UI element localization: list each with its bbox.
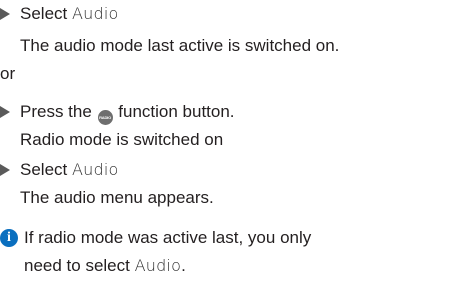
step-2-suffix: function button. bbox=[113, 102, 235, 121]
or-separator: or bbox=[0, 64, 16, 83]
step-1-result: The audio mode last active is switched o… bbox=[20, 36, 340, 55]
step-1-ui-term: Audio bbox=[71, 4, 119, 23]
step-2-result: Radio mode is switched on bbox=[20, 130, 224, 149]
step-3-prefix: Select bbox=[20, 160, 72, 179]
note-ui-term: Audio bbox=[134, 256, 182, 275]
step-1-prefix: Select bbox=[20, 4, 72, 23]
note-text-line-1: If radio mode was active last, you only bbox=[24, 228, 312, 247]
step-2-action: Press the RADIO function button. bbox=[0, 102, 235, 125]
note-line-2-prefix: need to select bbox=[24, 256, 135, 275]
step-3-ui-term: Audio bbox=[71, 160, 119, 179]
info-note-line-1: i If radio mode was active last, you onl… bbox=[0, 228, 311, 248]
step-2-action-text: Press the RADIO function button. bbox=[20, 102, 235, 125]
step-arrow-icon bbox=[0, 106, 10, 118]
step-2-prefix: Press the bbox=[20, 102, 97, 121]
step-3-action: Select Audio bbox=[0, 160, 118, 180]
info-note-line-2: need to select Audio. bbox=[24, 256, 186, 276]
step-3-action-text: Select Audio bbox=[20, 160, 118, 179]
step-3-result: The audio menu appears. bbox=[20, 188, 214, 207]
step-1-action-text: Select Audio bbox=[20, 4, 118, 23]
step-arrow-icon bbox=[0, 164, 10, 176]
step-1-action: Select Audio bbox=[0, 4, 118, 24]
info-icon: i bbox=[0, 229, 18, 247]
step-arrow-icon bbox=[0, 8, 10, 20]
radio-button-icon: RADIO bbox=[97, 110, 113, 125]
note-line-2-suffix: . bbox=[181, 256, 186, 275]
